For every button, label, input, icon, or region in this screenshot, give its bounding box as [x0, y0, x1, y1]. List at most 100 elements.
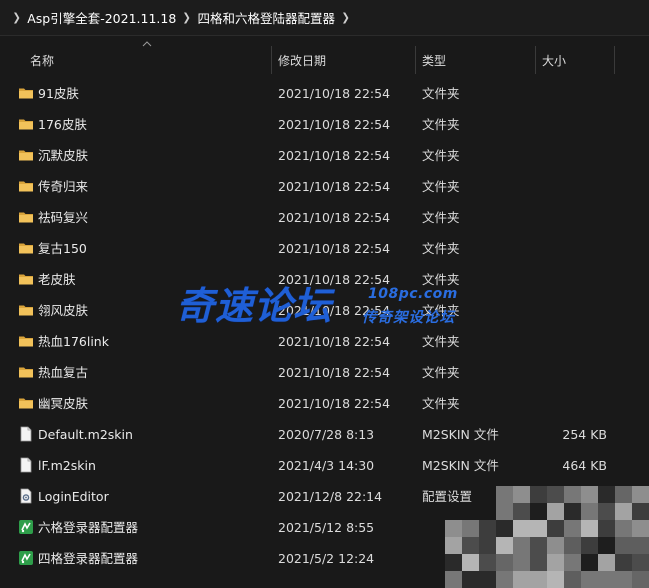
mosaic-tile [598, 571, 615, 588]
settings-file-icon [18, 488, 34, 504]
breadcrumb-item-engine[interactable]: Asp引擎全套-2021.11.18 [27, 8, 176, 27]
folder-icon [18, 333, 34, 349]
mosaic-tile [598, 520, 615, 537]
mosaic-tile [496, 571, 513, 588]
mosaic-tile [445, 537, 462, 554]
file-name: 翎风皮肤 [38, 303, 89, 318]
chevron-right-icon[interactable]: ❯ [183, 11, 191, 24]
folder-icon [18, 364, 34, 380]
file-list-row[interactable]: 热血复古 2021/10/18 22:54 文件夹 [0, 357, 649, 388]
file-icon [18, 426, 34, 442]
mosaic-tile [581, 537, 598, 554]
mosaic-tile [615, 486, 632, 503]
breadcrumb: ❯ Asp引擎全套-2021.11.18 ❯ 四格和六格登陆器配置器 ❯ [0, 0, 649, 36]
file-list-row[interactable]: 祛码复兴 2021/10/18 22:54 文件夹 [0, 202, 649, 233]
mosaic-tile [462, 537, 479, 554]
mosaic-tile [530, 486, 547, 503]
mosaic-tile [581, 554, 598, 571]
mosaic-tile [496, 537, 513, 554]
breadcrumb-item-configurator[interactable]: 四格和六格登陆器配置器 [198, 8, 336, 27]
column-divider[interactable] [271, 46, 272, 74]
file-list-row[interactable]: 91皮肤 2021/10/18 22:54 文件夹 [0, 78, 649, 109]
column-divider[interactable] [614, 46, 615, 74]
mosaic-tile [496, 486, 513, 503]
file-type: 文件夹 [422, 241, 460, 256]
file-modified-date: 2021/10/18 22:54 [278, 148, 391, 163]
file-modified-date: 2021/10/18 22:54 [278, 396, 391, 411]
column-header-name[interactable]: 名称 [30, 42, 270, 78]
file-list-row[interactable]: 老皮肤 2021/10/18 22:54 文件夹 [0, 264, 649, 295]
folder-icon [18, 395, 34, 411]
mosaic-tile [530, 503, 547, 520]
file-name: 复古150 [38, 241, 87, 256]
file-size: 254 KB [562, 427, 607, 442]
mosaic-tile [547, 571, 564, 588]
column-header-date-label: 修改日期 [278, 53, 327, 68]
file-modified-date: 2021/10/18 22:54 [278, 303, 391, 318]
column-header-date[interactable]: 修改日期 [278, 42, 414, 78]
file-modified-date: 2021/10/18 22:54 [278, 210, 391, 225]
mosaic-tile [564, 503, 581, 520]
column-header-type-label: 类型 [422, 53, 447, 68]
mosaic-tile [564, 520, 581, 537]
mosaic-tile [513, 520, 530, 537]
file-list-row[interactable]: 翎风皮肤 2021/10/18 22:54 文件夹 [0, 295, 649, 326]
chevron-right-icon[interactable]: ❯ [342, 11, 350, 24]
mosaic-tile [564, 537, 581, 554]
mosaic-tile [615, 554, 632, 571]
column-header-size[interactable]: 大小 [542, 42, 614, 78]
file-size: 464 KB [562, 458, 607, 473]
chevron-right-icon[interactable]: ❯ [12, 11, 20, 24]
file-name: 六格登录器配置器 [38, 520, 139, 535]
file-modified-date: 2021/12/8 22:14 [278, 489, 383, 504]
mosaic-tile [632, 503, 649, 520]
mosaic-tile [462, 554, 479, 571]
file-name: 祛码复兴 [38, 210, 89, 225]
mosaic-tile [615, 503, 632, 520]
file-list-row[interactable]: 幽冥皮肤 2021/10/18 22:54 文件夹 [0, 388, 649, 419]
mosaic-tile [581, 486, 598, 503]
column-header-type[interactable]: 类型 [422, 42, 534, 78]
mosaic-tile [598, 486, 615, 503]
file-name: 热血176link [38, 334, 109, 349]
file-type: 文件夹 [422, 148, 460, 163]
mosaic-tile [513, 537, 530, 554]
mosaic-tile [479, 571, 496, 588]
mosaic-tile [530, 537, 547, 554]
mosaic-tile [632, 520, 649, 537]
file-modified-date: 2020/7/28 8:13 [278, 427, 375, 442]
mosaic-tile [581, 520, 598, 537]
column-header: 名称 修改日期 类型 大小 [0, 41, 649, 78]
mosaic-tile [564, 554, 581, 571]
mosaic-tile [547, 554, 564, 571]
mosaic-tile [530, 571, 547, 588]
file-list-row[interactable]: 沉默皮肤 2021/10/18 22:54 文件夹 [0, 140, 649, 171]
folder-icon [18, 271, 34, 287]
file-icon [18, 457, 34, 473]
column-divider[interactable] [535, 46, 536, 74]
file-name: 91皮肤 [38, 86, 79, 101]
mosaic-tile [496, 554, 513, 571]
mosaic-tile [479, 537, 496, 554]
file-modified-date: 2021/10/18 22:54 [278, 241, 391, 256]
file-name: LoginEditor [38, 489, 109, 504]
file-list-row[interactable]: 176皮肤 2021/10/18 22:54 文件夹 [0, 109, 649, 140]
app-icon [18, 550, 34, 566]
file-list-row[interactable]: 热血176link 2021/10/18 22:54 文件夹 [0, 326, 649, 357]
file-type: 文件夹 [422, 117, 460, 132]
mosaic-tile [462, 571, 479, 588]
file-name: 传奇归来 [38, 179, 89, 194]
mosaic-tile [632, 537, 649, 554]
file-list-row[interactable]: 传奇归来 2021/10/18 22:54 文件夹 [0, 171, 649, 202]
file-modified-date: 2021/10/18 22:54 [278, 365, 391, 380]
file-list-row[interactable]: 复古150 2021/10/18 22:54 文件夹 [0, 233, 649, 264]
mosaic-tile [496, 503, 513, 520]
folder-icon [18, 178, 34, 194]
folder-icon [18, 240, 34, 256]
folder-icon [18, 147, 34, 163]
file-list-row[interactable]: lF.m2skin 2021/4/3 14:30 M2SKIN 文件 464 KB [0, 450, 649, 481]
folder-icon [18, 209, 34, 225]
mosaic-tile [632, 571, 649, 588]
column-divider[interactable] [415, 46, 416, 74]
file-list-row[interactable]: Default.m2skin 2020/7/28 8:13 M2SKIN 文件 254… [0, 419, 649, 450]
